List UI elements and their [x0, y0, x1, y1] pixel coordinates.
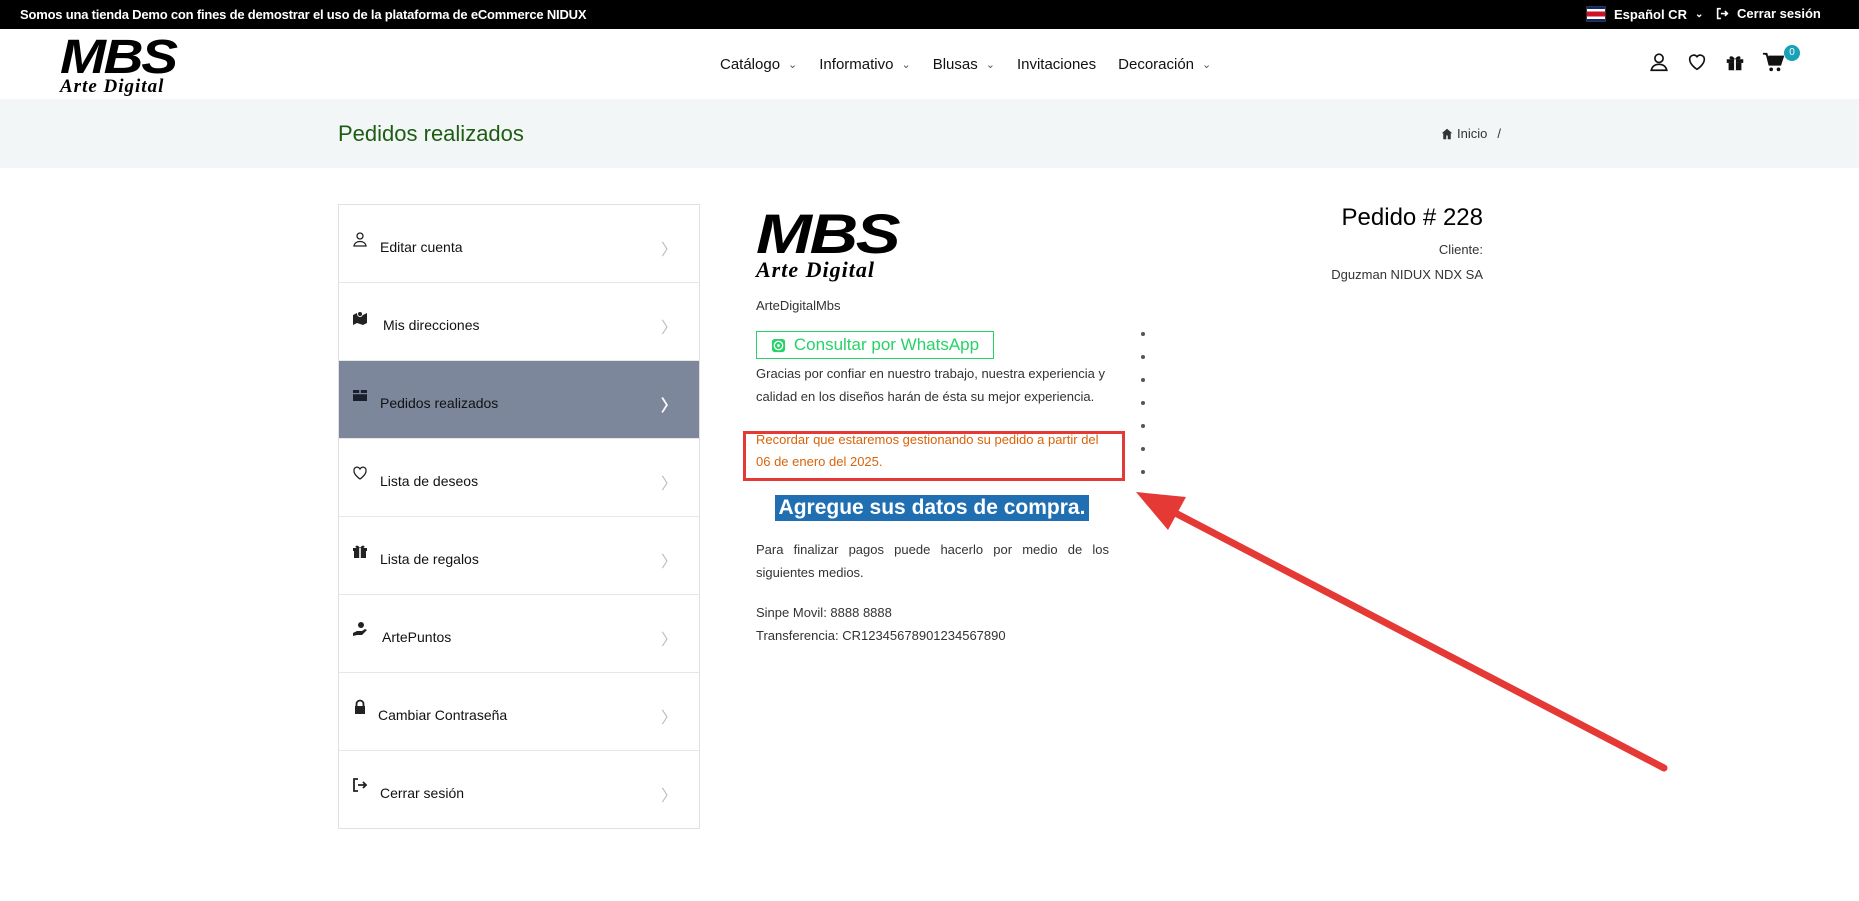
annotation-highlight-box	[743, 431, 1125, 481]
chevron-down-icon: ⌄	[985, 59, 995, 71]
language-label: Español CR	[1614, 6, 1687, 22]
chevron-down-icon: ⌄	[1202, 59, 1212, 71]
breadcrumb-home-link[interactable]: Inicio	[1457, 126, 1487, 141]
transfer-info: Transferencia: CR12345678901234567890	[756, 628, 1006, 643]
chevron-down-icon: ⌄	[1694, 8, 1704, 20]
cart-icon	[1762, 52, 1785, 72]
order-number: Pedido # 228	[1341, 204, 1483, 231]
logout-icon	[1716, 7, 1729, 20]
sidebar-item-pedidos-realizados[interactable]: Pedidos realizados 〉	[339, 361, 699, 439]
chevron-down-icon: ⌄	[788, 59, 798, 71]
sidebar-item-editar-cuenta[interactable]: Editar cuenta 〉	[339, 205, 699, 283]
sidebar-item-label: Cerrar sesión	[380, 785, 465, 801]
header-icons: 0	[1648, 45, 1800, 78]
logo-wordmark: MBS	[60, 31, 178, 84]
logout-icon	[353, 778, 368, 792]
client-label: Cliente:	[1438, 242, 1483, 257]
box-icon	[353, 390, 367, 401]
order-summary: Pedido # 228 Cliente: Dguzman NIDUX NDX …	[1280, 204, 1483, 282]
sidebar-item-label: Lista de regalos	[380, 551, 479, 567]
page-title: Pedidos realizados	[338, 121, 524, 146]
page-title-band: Pedidos realizados Inicio /	[0, 99, 1859, 168]
nav-item-catalogo[interactable]: Catálogo ⌄	[720, 56, 797, 73]
chevron-right-icon: 〉	[660, 242, 677, 259]
sinpe-info: Sinpe Movil: 8888 8888	[756, 605, 892, 620]
order-details: MBS Arte Digital ArteDigitalMbs Consulta…	[756, 206, 1116, 643]
nav-label: Catálogo	[720, 56, 781, 73]
bullet	[1141, 424, 1145, 428]
sidebar-item-lista-de-regalos[interactable]: Lista de regalos 〉	[339, 517, 699, 595]
language-selector[interactable]: Español CR ⌄	[1586, 6, 1703, 22]
chevron-right-icon: 〉	[660, 554, 677, 571]
map-icon	[353, 311, 367, 325]
breadcrumb: Inicio /	[1441, 126, 1501, 141]
nav-item-invitaciones[interactable]: Invitaciones	[1017, 56, 1096, 73]
wishlist-heart-icon[interactable]	[1686, 51, 1708, 73]
add-purchase-data-banner[interactable]: Agregue sus datos de compra.	[775, 495, 1089, 521]
sidebar-item-lista-de-deseos[interactable]: Lista de deseos 〉	[339, 439, 699, 517]
nav-label: Informativo	[819, 56, 894, 73]
whatsapp-icon	[771, 338, 785, 352]
top-logout-label: Cerrar sesión	[1737, 6, 1821, 21]
bullet	[1141, 378, 1145, 382]
chevron-right-icon: 〉	[660, 398, 677, 415]
store-name: ArteDigitalMbs	[756, 298, 841, 313]
sidebar-item-label: Cambiar Contraseña	[378, 707, 508, 723]
nav-item-decoracion[interactable]: Decoración ⌄	[1118, 56, 1211, 73]
chevron-right-icon: 〉	[660, 320, 677, 337]
site-header: MBS Arte Digital Catálogo ⌄ Informativo ⌄ …	[0, 29, 1859, 99]
chevron-down-icon: ⌄	[901, 59, 911, 71]
hand-coin-icon	[353, 622, 367, 636]
gift-icon	[353, 545, 367, 558]
sidebar-item-cerrar-sesion[interactable]: Cerrar sesión 〉	[339, 751, 699, 828]
nav-label: Invitaciones	[1016, 56, 1097, 73]
thanks-message: Gracias por confiar en nuestro trabajo, …	[756, 366, 1106, 404]
nav-item-informativo[interactable]: Informativo ⌄	[819, 56, 910, 73]
chevron-right-icon: 〉	[660, 476, 677, 493]
nav-label: Blusas	[932, 56, 978, 73]
cart-button[interactable]: 0	[1762, 45, 1800, 78]
home-icon	[1441, 128, 1453, 139]
chevron-right-icon: 〉	[660, 632, 677, 649]
lock-icon	[355, 699, 365, 714]
announcement-text: Somos una tienda Demo con fines de demos…	[20, 7, 587, 22]
sidebar-item-label: Editar cuenta	[380, 239, 463, 255]
sidebar-item-cambiar-contrasena[interactable]: Cambiar Contraseña 〉	[339, 673, 699, 751]
sidebar-item-label: Lista de deseos	[380, 473, 479, 489]
bullet	[1141, 470, 1145, 474]
site-logo[interactable]: MBS Arte Digital	[60, 34, 178, 97]
cart-count-badge: 0	[1784, 45, 1800, 61]
whatsapp-label: Consultar por WhatsApp	[793, 335, 980, 354]
logo-wordmark: MBS	[756, 202, 901, 265]
order-store-logo: MBS Arte Digital	[756, 206, 1116, 281]
bullet	[1141, 447, 1145, 451]
bullet	[1141, 332, 1145, 336]
main-nav: Catálogo ⌄ Informativo ⌄ Blusas ⌄ Invitacio…	[720, 56, 1211, 73]
sidebar-item-label: Mis direcciones	[383, 317, 480, 333]
nav-item-blusas[interactable]: Blusas ⌄	[933, 56, 995, 73]
heart-icon	[353, 466, 367, 480]
user-icon[interactable]	[1648, 51, 1670, 73]
payment-intro: Para finalizar pagos puede hacerlo por m…	[756, 542, 1109, 580]
nav-label: Decoración	[1118, 56, 1195, 73]
user-icon	[353, 232, 367, 247]
account-sidebar: Editar cuenta 〉 Mis direcciones 〉 Pedido…	[338, 204, 700, 829]
costa-rica-flag-icon	[1586, 6, 1606, 22]
sidebar-item-label: Pedidos realizados	[380, 395, 499, 411]
gift-icon[interactable]	[1724, 51, 1746, 73]
breadcrumb-separator: /	[1497, 126, 1501, 141]
chevron-right-icon: 〉	[660, 788, 677, 805]
sidebar-item-artepuntos[interactable]: ArtePuntos 〉	[339, 595, 699, 673]
sidebar-item-mis-direcciones[interactable]: Mis direcciones 〉	[339, 283, 699, 361]
whatsapp-button[interactable]: Consultar por WhatsApp	[756, 331, 994, 359]
chevron-right-icon: 〉	[660, 710, 677, 727]
bullet	[1141, 401, 1145, 405]
client-name: Dguzman NIDUX NDX SA	[1331, 267, 1483, 282]
announcement-bar: Somos una tienda Demo con fines de demos…	[0, 0, 1859, 29]
sidebar-item-label: ArtePuntos	[382, 629, 452, 645]
bullet-list	[1141, 332, 1145, 493]
payment-methods: Sinpe Movil: 8888 8888 Transferencia: CR…	[756, 601, 1006, 647]
bullet	[1141, 355, 1145, 359]
top-logout-link[interactable]: Cerrar sesión	[1716, 6, 1821, 21]
